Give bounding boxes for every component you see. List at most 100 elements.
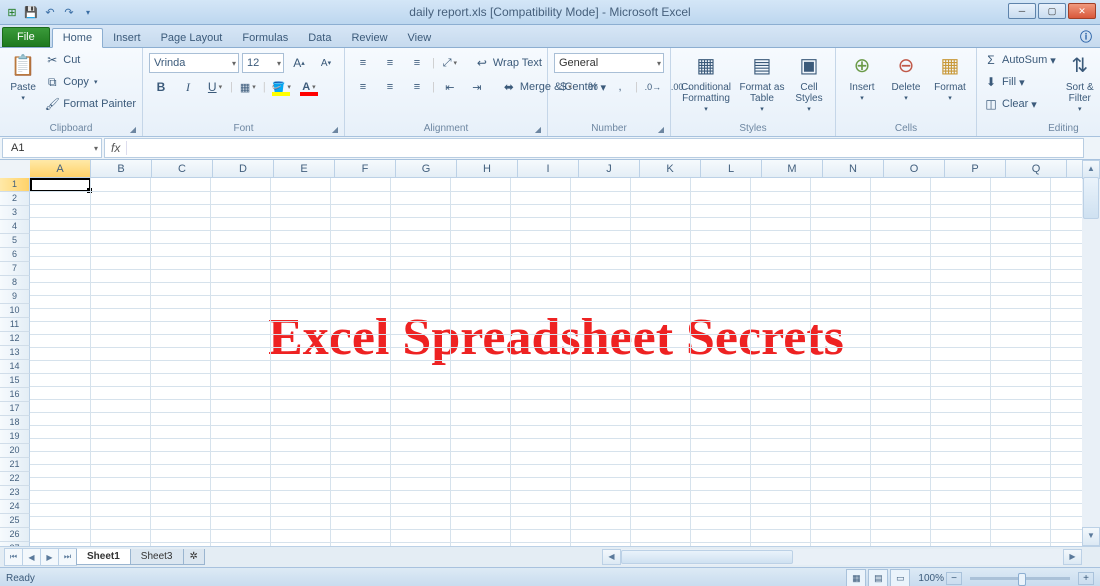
sheet-nav-last-icon[interactable]: ⏭ [58,548,77,566]
italic-button[interactable]: I [176,76,200,98]
col-header-Q[interactable]: Q [1006,160,1067,178]
comma-button[interactable]: , [608,76,632,98]
row-header-7[interactable]: 7 [0,262,30,276]
alignment-launcher-icon[interactable]: ◢ [535,125,541,134]
row-header-20[interactable]: 20 [0,444,30,458]
undo-icon[interactable]: ↶ [42,4,58,20]
col-header-A[interactable]: A [30,160,91,178]
file-tab[interactable]: File [2,27,50,47]
row-header-16[interactable]: 16 [0,388,30,402]
tab-page-layout[interactable]: Page Layout [151,29,233,47]
row-header-23[interactable]: 23 [0,486,30,500]
horizontal-scrollbar[interactable]: ◀ ▶ [602,549,1082,565]
row-header-21[interactable]: 21 [0,458,30,472]
col-header-F[interactable]: F [335,160,396,178]
row-header-19[interactable]: 19 [0,430,30,444]
row-header-1[interactable]: 1 [0,178,30,192]
orientation-button[interactable]: ⤢▾ [438,52,462,74]
col-header-J[interactable]: J [579,160,640,178]
col-header-I[interactable]: I [518,160,579,178]
cell-grid[interactable]: Excel Spreadsheet Secrets [30,178,1082,546]
view-normal-button[interactable]: ▦ [846,569,866,586]
row-header-8[interactable]: 8 [0,276,30,290]
increase-indent-button[interactable]: ⇥ [465,76,489,98]
col-header-M[interactable]: M [762,160,823,178]
autosum-button[interactable]: ΣAutoSum▾ [983,50,1056,70]
clear-button[interactable]: ◫Clear▾ [983,94,1056,114]
cut-button[interactable]: ✂Cut [44,50,136,70]
cell-styles-button[interactable]: ▣Cell Styles▾ [789,50,829,114]
row-header-12[interactable]: 12 [0,332,30,346]
col-header-H[interactable]: H [457,160,518,178]
row-header-11[interactable]: 11 [0,318,30,332]
zoom-level[interactable]: 100% [918,573,944,584]
align-middle-button[interactable]: ≡ [378,52,402,74]
format-painter-button[interactable]: 🖌Format Painter [44,94,136,114]
row-header-4[interactable]: 4 [0,220,30,234]
name-box[interactable]: A1▾ [2,138,102,158]
col-header-L[interactable]: L [701,160,762,178]
vertical-scrollbar[interactable]: ▲ ▼ [1082,160,1100,546]
tab-view[interactable]: View [398,29,442,47]
font-color-button[interactable]: A▾ [297,76,321,98]
minimize-button[interactable]: ─ [1008,3,1036,19]
tab-data[interactable]: Data [298,29,341,47]
zoom-thumb[interactable] [1018,573,1026,586]
paste-button[interactable]: 📋 Paste ▾ [6,50,40,103]
borders-button[interactable]: ▦▾ [236,76,260,98]
redo-icon[interactable]: ↷ [61,4,77,20]
row-header-22[interactable]: 22 [0,472,30,486]
close-button[interactable]: ✕ [1068,3,1096,19]
row-header-13[interactable]: 13 [0,346,30,360]
conditional-formatting-button[interactable]: ▦Conditional Formatting▾ [677,50,735,114]
sheet-tab-sheet3[interactable]: Sheet3 [130,549,184,565]
row-header-17[interactable]: 17 [0,402,30,416]
scroll-right-button[interactable]: ▶ [1063,549,1082,565]
sheet-nav-prev-icon[interactable]: ◀ [22,548,40,566]
col-header-K[interactable]: K [640,160,701,178]
hscroll-thumb[interactable] [621,550,793,564]
row-header-2[interactable]: 2 [0,192,30,206]
align-top-button[interactable]: ≡ [351,52,375,74]
percent-button[interactable]: % [581,76,605,98]
sheet-nav-first-icon[interactable]: ⏮ [4,548,22,566]
decrease-indent-button[interactable]: ⇤ [438,76,462,98]
align-left-button[interactable]: ≡ [351,76,375,98]
col-header-E[interactable]: E [274,160,335,178]
new-sheet-button[interactable]: ✲ [183,549,205,565]
row-header-24[interactable]: 24 [0,500,30,514]
align-bottom-button[interactable]: ≡ [405,52,429,74]
help-icon[interactable]: ⓘ [1080,28,1092,45]
fill-color-button[interactable]: 🪣▾ [269,76,294,98]
number-format-combo[interactable]: General▾ [554,53,664,73]
clipboard-launcher-icon[interactable]: ◢ [130,125,136,134]
col-header-B[interactable]: B [91,160,152,178]
currency-button[interactable]: $▾ [554,76,578,98]
bold-button[interactable]: B [149,76,173,98]
col-header-N[interactable]: N [823,160,884,178]
align-right-button[interactable]: ≡ [405,76,429,98]
row-header-15[interactable]: 15 [0,374,30,388]
font-size-combo[interactable]: 12▾ [242,53,284,73]
tab-insert[interactable]: Insert [103,29,151,47]
format-as-table-button[interactable]: ▤Format as Table▾ [739,50,785,114]
tab-review[interactable]: Review [341,29,397,47]
row-header-26[interactable]: 26 [0,528,30,542]
row-header-14[interactable]: 14 [0,360,30,374]
tab-formulas[interactable]: Formulas [232,29,298,47]
sort-filter-button[interactable]: ⇅Sort & Filter▾ [1060,50,1100,114]
grow-font-button[interactable]: A▴ [287,52,311,74]
select-all-button[interactable] [0,160,31,179]
scroll-down-button[interactable]: ▼ [1082,527,1100,546]
scroll-left-button[interactable]: ◀ [602,549,621,565]
col-header-C[interactable]: C [152,160,213,178]
font-name-combo[interactable]: Vrinda▾ [149,53,239,73]
increase-decimal-button[interactable]: .0→ [641,76,665,98]
number-launcher-icon[interactable]: ◢ [658,125,664,134]
fill-button[interactable]: ⬇Fill▾ [983,72,1056,92]
maximize-button[interactable]: ▢ [1038,3,1066,19]
sheet-tab-sheet1[interactable]: Sheet1 [76,549,131,565]
row-header-10[interactable]: 10 [0,304,30,318]
view-page-break-button[interactable]: ▭ [890,569,910,586]
zoom-out-button[interactable]: − [946,572,962,585]
